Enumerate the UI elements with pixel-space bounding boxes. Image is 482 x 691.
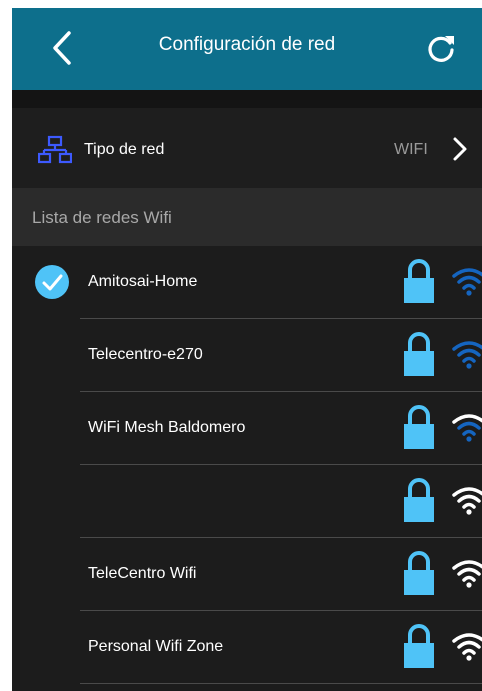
wifi-name: TeleCentro Wifi xyxy=(88,565,197,582)
lock-icon xyxy=(404,332,434,376)
network-type-label: Tipo de red xyxy=(84,141,165,158)
wifi-strong-icon xyxy=(452,268,482,296)
wifi-row[interactable]: WiFi Mesh Baldomero xyxy=(12,392,482,465)
wifi-strong-icon xyxy=(452,414,482,442)
wifi-name: Amitosai-Home xyxy=(88,273,198,290)
wifi-name: Telecentro-e270 xyxy=(88,346,203,363)
refresh-icon[interactable] xyxy=(424,32,458,66)
wifi-row[interactable]: Personal Wifi Zone xyxy=(12,611,482,684)
wifi-row[interactable] xyxy=(12,465,482,538)
wifi-weak-icon xyxy=(452,487,482,515)
check-circle-icon xyxy=(35,265,69,299)
divider xyxy=(80,683,482,684)
wifi-row[interactable]: Telecentro-e270 xyxy=(12,319,482,392)
section-header: Lista de redes Wifi xyxy=(12,188,482,246)
app-bar: Configuración de red xyxy=(12,8,482,90)
section-title: Lista de redes Wifi xyxy=(32,208,172,227)
network-type-row[interactable]: Tipo de red WIFI xyxy=(12,108,482,188)
wifi-name: WiFi Mesh Baldomero xyxy=(88,419,246,436)
chevron-right-icon xyxy=(453,137,467,161)
lock-icon xyxy=(404,624,434,668)
wifi-row[interactable]: TeleCentro Wifi xyxy=(12,538,482,611)
network-icon xyxy=(38,135,72,164)
spacer xyxy=(12,90,482,108)
lock-icon xyxy=(404,478,434,522)
lock-icon xyxy=(404,405,434,449)
wifi-row[interactable]: Amitosai-Home xyxy=(12,246,482,319)
screen: Configuración de red Tipo de red WIFI Li… xyxy=(12,8,482,691)
wifi-weak-icon xyxy=(452,560,482,588)
network-type-value: WIFI xyxy=(394,141,428,158)
wifi-name: Personal Wifi Zone xyxy=(88,638,224,655)
lock-icon xyxy=(404,551,434,595)
wifi-list: Amitosai-Home Telecentro-e270 WiFi Mesh … xyxy=(12,246,482,691)
wifi-strong-icon xyxy=(452,341,482,369)
page-title: Configuración de red xyxy=(158,34,336,55)
wifi-weak-icon xyxy=(452,633,482,661)
lock-icon xyxy=(404,259,434,303)
